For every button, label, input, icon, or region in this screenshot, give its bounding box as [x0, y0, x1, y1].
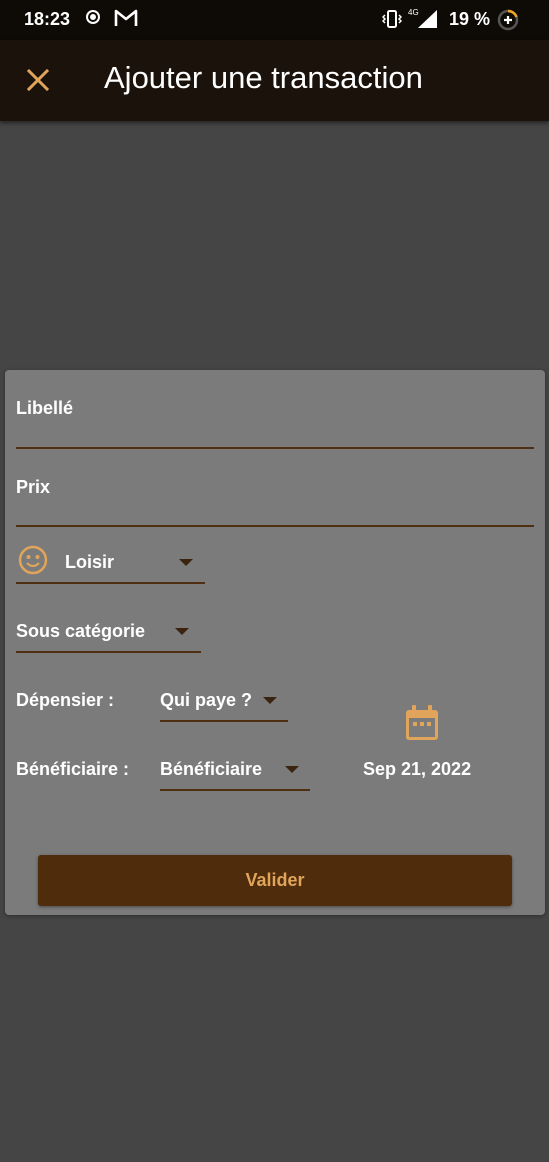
spender-underline — [160, 720, 288, 722]
smiley-icon — [18, 545, 48, 580]
beneficiary-label: Bénéficiaire : — [16, 759, 130, 779]
date-value[interactable]: Sep 21, 2022 — [363, 759, 471, 780]
category-dropdown[interactable]: Loisir — [16, 544, 205, 586]
chevron-down-icon — [263, 697, 277, 704]
price-field[interactable]: Prix — [16, 469, 534, 529]
beneficiary-selected: Bénéficiaire — [160, 759, 263, 779]
label-field-label: Libellé — [16, 398, 74, 418]
vibrate-icon — [381, 9, 403, 34]
status-time: 18:23 — [24, 9, 71, 29]
subcategory-dropdown[interactable]: Sous catégorie — [16, 618, 201, 654]
label-field-underline — [16, 447, 534, 449]
app-bar: Ajouter une transaction — [0, 40, 549, 121]
beneficiary-dropdown[interactable]: Bénéficiaire — [160, 756, 310, 792]
chevron-down-icon — [179, 559, 193, 566]
price-field-underline — [16, 525, 534, 527]
category-underline — [16, 582, 205, 584]
label-field[interactable]: Libellé — [16, 390, 534, 450]
battery-level: 19 % — [449, 9, 491, 29]
chevron-down-icon — [285, 766, 299, 773]
signal-icon — [416, 9, 438, 34]
status-bar: 18:23 4G 19 % — [0, 0, 549, 40]
calendar-icon[interactable] — [404, 704, 440, 747]
subcategory-underline — [16, 651, 201, 653]
category-selected: Loisir — [65, 552, 115, 572]
spender-dropdown[interactable]: Qui paye ? — [160, 687, 288, 723]
record-icon — [86, 10, 100, 24]
spender-label: Dépensier : — [16, 690, 115, 710]
close-icon — [26, 68, 50, 92]
gmail-icon — [114, 8, 138, 33]
beneficiary-underline — [160, 789, 310, 791]
transaction-form-card: Libellé Prix Loisir Sous catégorie Dépen… — [5, 370, 545, 915]
page-title: Ajouter une transaction — [104, 60, 423, 95]
chevron-down-icon — [175, 628, 189, 635]
close-button[interactable] — [24, 66, 54, 96]
battery-saver-icon — [496, 8, 520, 37]
spender-selected: Qui paye ? — [160, 690, 253, 710]
submit-button[interactable]: Valider — [38, 855, 512, 906]
subcategory-placeholder: Sous catégorie — [16, 621, 146, 641]
price-field-label: Prix — [16, 477, 51, 497]
